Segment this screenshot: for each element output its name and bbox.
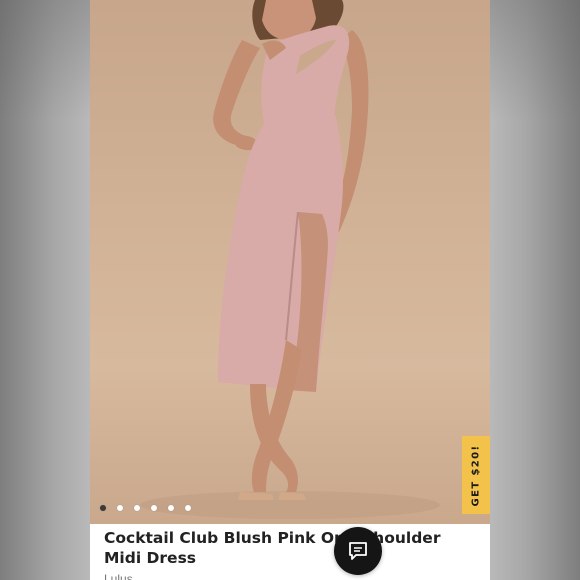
blurred-backdrop-right [490,0,580,580]
carousel-dot[interactable] [134,505,140,511]
promo-label: GET $20! [470,444,482,506]
dress-photo-illustration [140,0,440,519]
blurred-backdrop-left [0,0,90,580]
promo-tab[interactable]: GET $20! [462,436,490,514]
chat-button[interactable] [334,527,382,575]
carousel-dot[interactable] [100,505,106,511]
carousel-dot[interactable] [117,505,123,511]
carousel-dot[interactable] [168,505,174,511]
carousel-dot[interactable] [185,505,191,511]
carousel-dot[interactable] [151,505,157,511]
chat-bubble-icon [349,542,367,560]
product-photo[interactable]: GET $20! [90,0,490,524]
brand-name[interactable]: Lulus [104,572,133,580]
product-title[interactable]: Cocktail Club Blush Pink One-Shoulder Mi… [104,528,444,568]
product-info: Cocktail Club Blush Pink One-Shoulder Mi… [90,524,490,580]
product-card: GET $20! Cocktail Club Blush Pink One-Sh… [90,0,490,580]
carousel-dots [100,503,191,513]
